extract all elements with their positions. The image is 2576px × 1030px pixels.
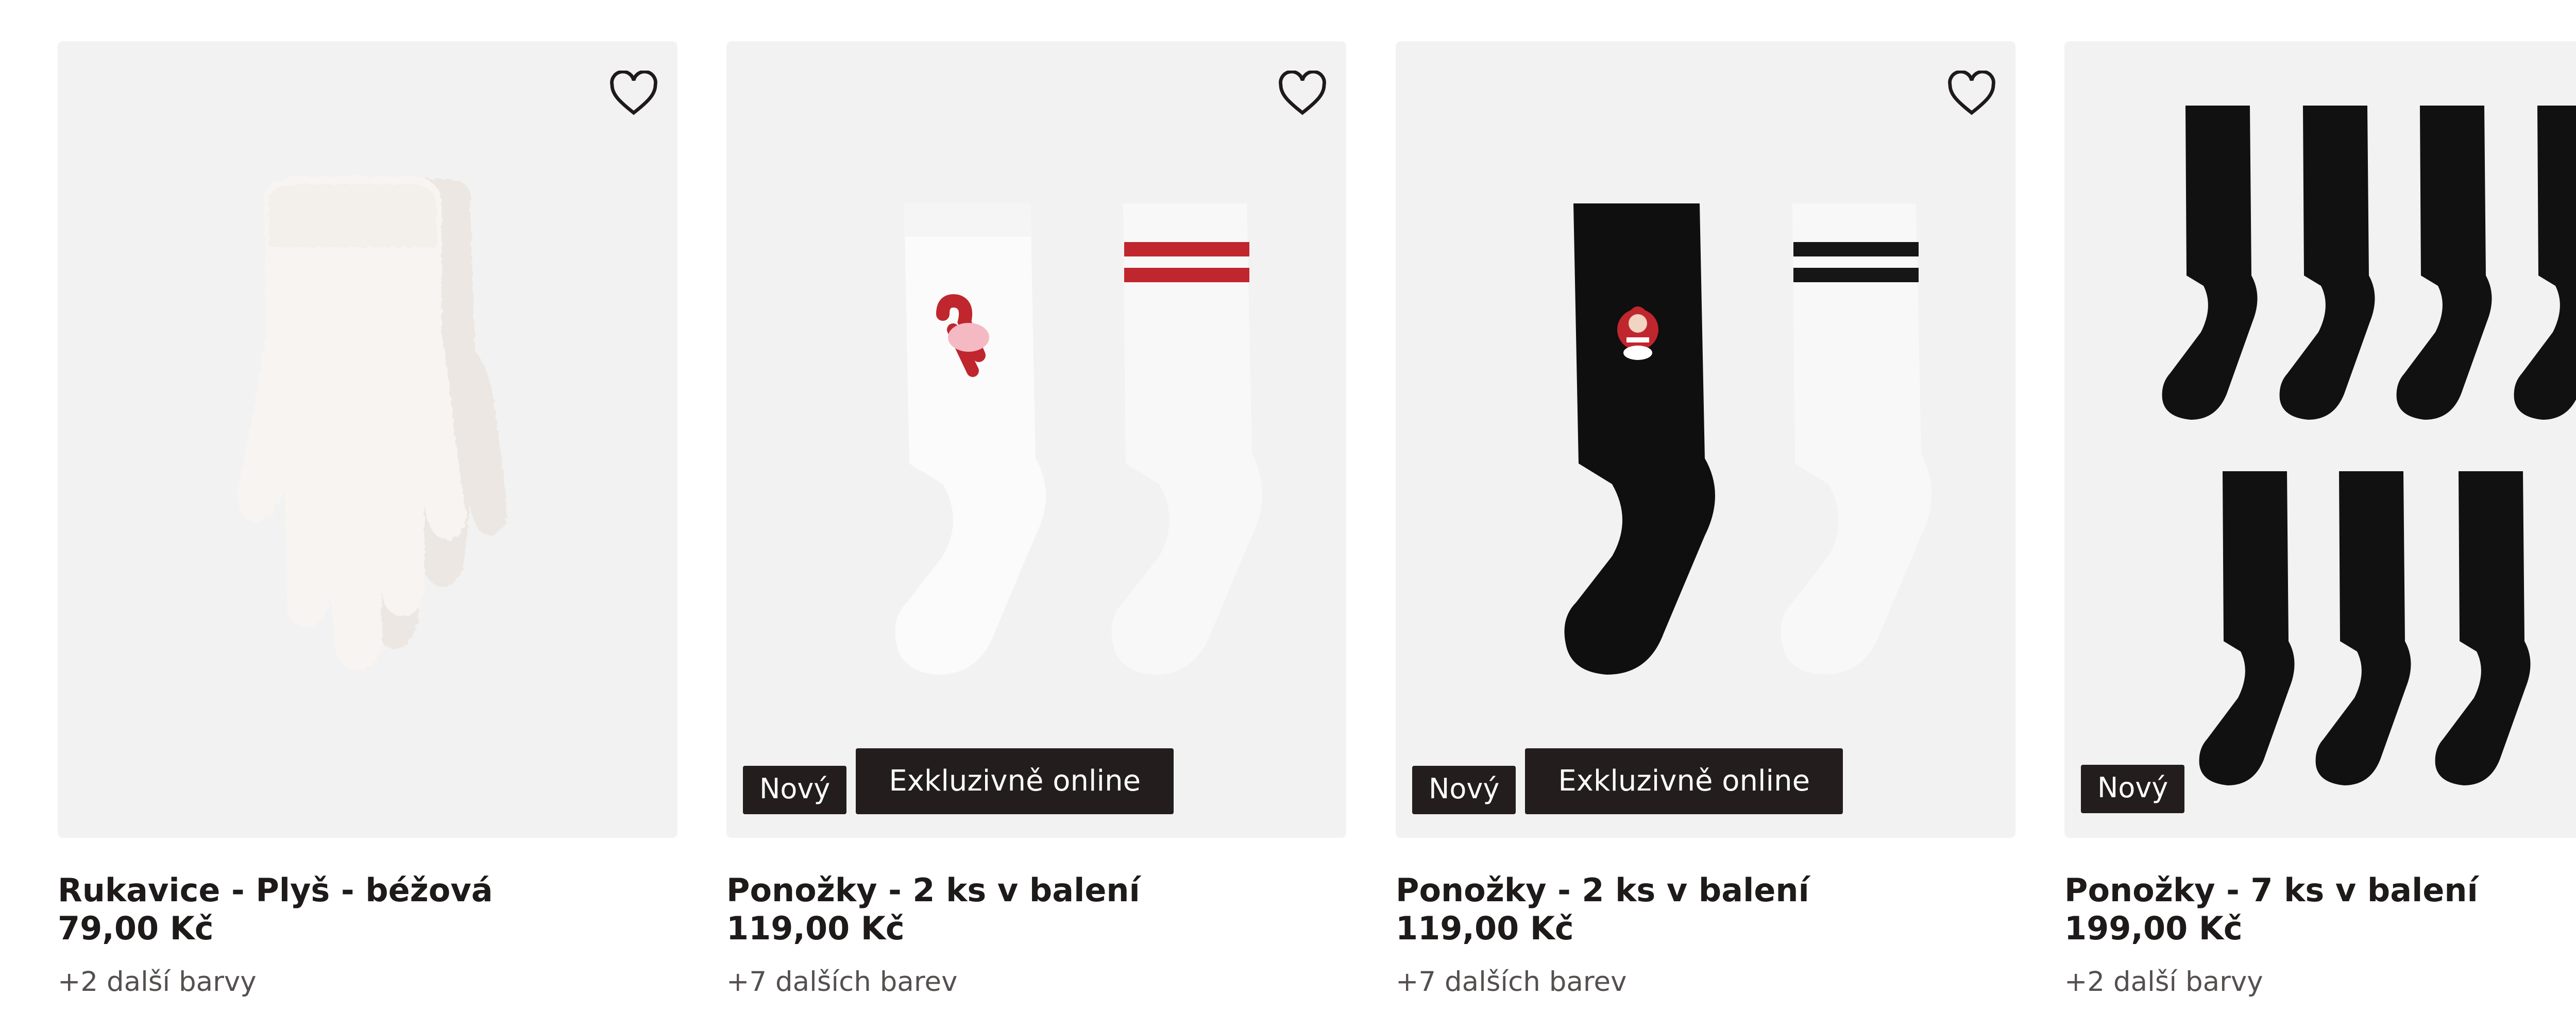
badge-group: Nový: [2081, 765, 2185, 813]
product-price: 199,00 Kč: [2064, 909, 2243, 948]
heart-outline-icon: [1279, 71, 1326, 115]
favorite-button[interactable]: [1943, 65, 2000, 122]
socks-image: [2162, 106, 2576, 785]
product-card[interactable]: Nový Ponožky - 7 ks v balení 199,00 Kč +…: [2064, 41, 2576, 998]
product-image[interactable]: Nový Exkluzivně online: [1396, 41, 2015, 838]
product-title[interactable]: Ponožky - 2 ks v balení: [1396, 871, 2015, 909]
new-badge: Nový: [2081, 765, 2185, 813]
badge-group: Nový Exkluzivně online: [1412, 748, 1843, 814]
product-image[interactable]: Nový Exkluzivně online: [726, 41, 1346, 838]
more-colors-link[interactable]: +7 dalších barev: [726, 966, 1346, 999]
online-exclusive-badge: Exkluzivně online: [856, 748, 1174, 814]
heart-outline-icon: [610, 71, 657, 115]
more-colors-link[interactable]: +2 další barvy: [58, 966, 677, 999]
product-card[interactable]: Nový Exkluzivně online Ponožky - 2 ks v …: [726, 41, 1346, 998]
online-exclusive-badge: Exkluzivně online: [1525, 748, 1843, 814]
socks-image: [895, 203, 1262, 675]
product-card[interactable]: Rukavice - Plyš - béžová 79,00 Kč +2 dal…: [58, 41, 677, 998]
product-image[interactable]: Nový: [2064, 41, 2576, 838]
product-image[interactable]: [58, 41, 677, 838]
product-card[interactable]: Nový Exkluzivně online Ponožky - 2 ks v …: [1396, 41, 2015, 998]
more-colors-link[interactable]: +7 dalších barev: [1396, 966, 2015, 999]
product-price: 119,00 Kč: [726, 909, 905, 948]
gloves-image: [238, 176, 507, 671]
product-title[interactable]: Ponožky - 7 ks v balení: [2064, 871, 2576, 909]
socks-image: [1564, 203, 1931, 675]
heart-outline-icon: [1948, 71, 1995, 115]
product-price: 119,00 Kč: [1396, 909, 1574, 948]
favorite-button[interactable]: [605, 65, 662, 122]
product-title[interactable]: Rukavice - Plyš - béžová: [58, 871, 677, 909]
new-badge: Nový: [1412, 766, 1516, 814]
badge-group: Nový Exkluzivně online: [743, 748, 1174, 814]
product-title[interactable]: Ponožky - 2 ks v balení: [726, 871, 1346, 909]
product-grid: Rukavice - Plyš - béžová 79,00 Kč +2 dal…: [0, 0, 2576, 1030]
product-price: 79,00 Kč: [58, 909, 214, 948]
new-badge: Nový: [743, 766, 847, 814]
favorite-button[interactable]: [1274, 65, 1331, 122]
more-colors-link[interactable]: +2 další barvy: [2064, 966, 2576, 999]
